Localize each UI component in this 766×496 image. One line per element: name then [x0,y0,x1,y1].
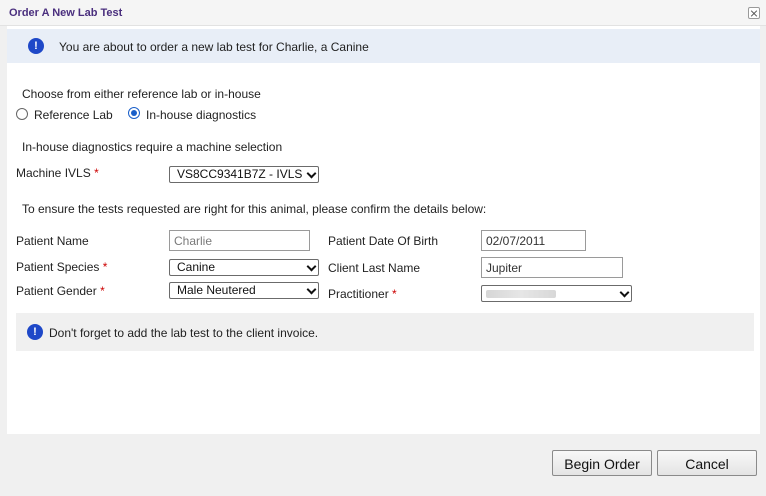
dialog-title: Order A New Lab Test [9,7,123,19]
invoice-reminder-banner: ! Don't forget to add the lab test to th… [16,313,754,351]
radio-in-house-label[interactable]: In-house diagnostics [146,108,256,122]
radio-reference-lab[interactable] [16,108,28,120]
client-last-name-label: Client Last Name [328,261,421,275]
practitioner-select[interactable] [481,285,632,302]
patient-gender-label: Patient Gender * [16,284,105,298]
begin-order-button[interactable]: Begin Order [552,450,652,476]
patient-name-label: Patient Name [16,234,89,248]
patient-gender-select[interactable]: Male Neutered [169,282,319,299]
info-icon: ! [28,38,44,54]
machine-select-value: VS8CC9341B7Z - IVLS [177,167,303,181]
dialog-content: ! You are about to order a new lab test … [7,26,760,434]
info-banner-text: You are about to order a new lab test fo… [59,40,369,54]
patient-species-label: Patient Species * [16,260,108,274]
patient-dob-field[interactable] [481,230,586,251]
patient-dob-label: Patient Date Of Birth [328,234,439,248]
patient-name-field[interactable] [169,230,310,251]
chevron-down-icon [306,261,317,272]
dialog-titlebar: Order A New Lab Test [0,0,766,26]
patient-species-value: Canine [177,260,216,274]
lab-choice-prompt: Choose from either reference lab or in-h… [22,87,261,101]
cancel-button[interactable]: Cancel [657,450,757,476]
radio-in-house[interactable] [128,107,140,119]
radio-reference-lab-label[interactable]: Reference Lab [34,108,113,122]
chevron-down-icon [619,287,630,298]
machine-select[interactable]: VS8CC9341B7Z - IVLS [169,166,319,183]
machine-note: In-house diagnostics require a machine s… [22,140,283,154]
machine-label: Machine IVLS * [16,166,99,180]
patient-species-select[interactable]: Canine [169,259,319,276]
info-icon: ! [27,324,43,340]
client-last-name-field[interactable] [481,257,623,278]
invoice-reminder-text: Don't forget to add the lab test to the … [49,326,319,340]
patient-gender-value: Male Neutered [177,283,256,297]
chevron-down-icon [306,168,317,179]
redacted-practitioner [486,290,556,298]
close-icon[interactable] [748,7,760,19]
practitioner-label: Practitioner * [328,287,397,301]
info-banner: ! You are about to order a new lab test … [7,29,760,63]
confirm-text: To ensure the tests requested are right … [22,202,487,216]
chevron-down-icon [306,284,317,295]
